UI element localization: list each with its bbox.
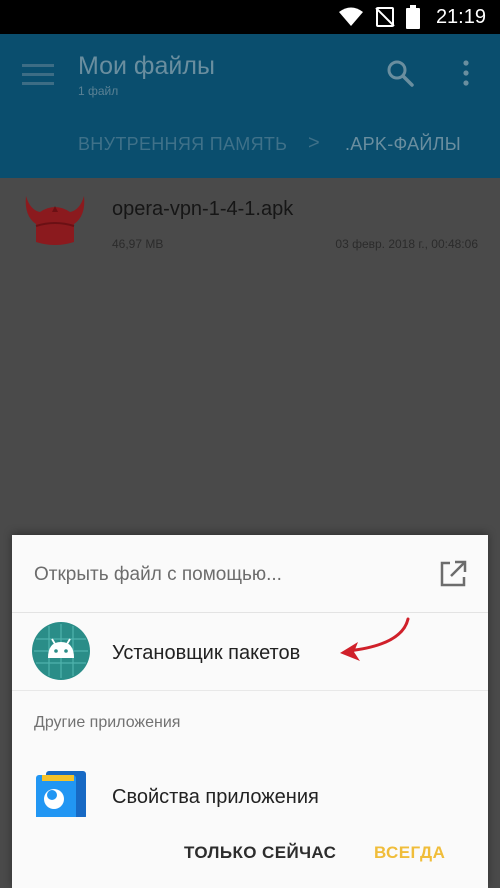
app-title: Мои файлы: [78, 52, 215, 80]
option-label-installer: Установщик пакетов: [112, 642, 301, 664]
always-button[interactable]: ВСЕГДА: [374, 843, 445, 863]
breadcrumb-internal-storage[interactable]: ВНУТРЕННЯЯ ПАМЯТЬ: [78, 134, 287, 155]
dialog-header: Открыть файл с помощью...: [12, 535, 488, 613]
file-list-item[interactable]: opera-vpn-1-4-1.apk 46,97 MB 03 февр. 20…: [0, 178, 500, 268]
annotation-arrow-icon: [340, 617, 410, 661]
battery-icon: [405, 5, 420, 29]
option-label-properties: Свойства приложения: [112, 786, 319, 808]
app-bar: Мои файлы 1 файл ВНУТРЕННЯЯ ПАМЯТЬ > .AP…: [0, 34, 500, 178]
dialog-title: Открыть файл с помощью...: [34, 564, 282, 585]
wifi-icon: [338, 7, 363, 26]
other-apps-label: Другие приложения: [34, 714, 181, 731]
file-name: opera-vpn-1-4-1.apk: [112, 198, 294, 220]
opera-vpn-icon: [25, 196, 85, 245]
file-date: 03 февр. 2018 г., 00:48:06: [335, 237, 478, 251]
android-icon: [32, 622, 90, 680]
open-with-dialog: Открыть файл с помощью... Установщик пак…: [12, 535, 488, 888]
file-size: 46,97 MB: [112, 237, 164, 251]
status-time: 21:19: [435, 5, 486, 28]
just-once-button[interactable]: ТОЛЬКО СЕЙЧАС: [184, 843, 336, 863]
breadcrumb-separator: >: [308, 132, 320, 154]
menu-icon[interactable]: [22, 63, 54, 87]
app-subtitle: 1 файл: [78, 84, 119, 98]
open-external-icon[interactable]: [438, 559, 468, 589]
search-icon[interactable]: [385, 58, 415, 88]
option-app-properties[interactable]: Свойства приложения: [12, 755, 488, 817]
app-properties-icon: [36, 771, 86, 817]
dialog-actions: ТОЛЬКО СЕЙЧАС ВСЕГДА: [12, 817, 488, 888]
status-bar: 21:19: [0, 0, 500, 34]
breadcrumb-apk-files[interactable]: .APK-ФАЙЛЫ: [345, 134, 461, 155]
more-icon[interactable]: [456, 58, 476, 88]
no-sim-icon: [375, 7, 395, 27]
option-package-installer[interactable]: Установщик пакетов: [12, 613, 488, 691]
